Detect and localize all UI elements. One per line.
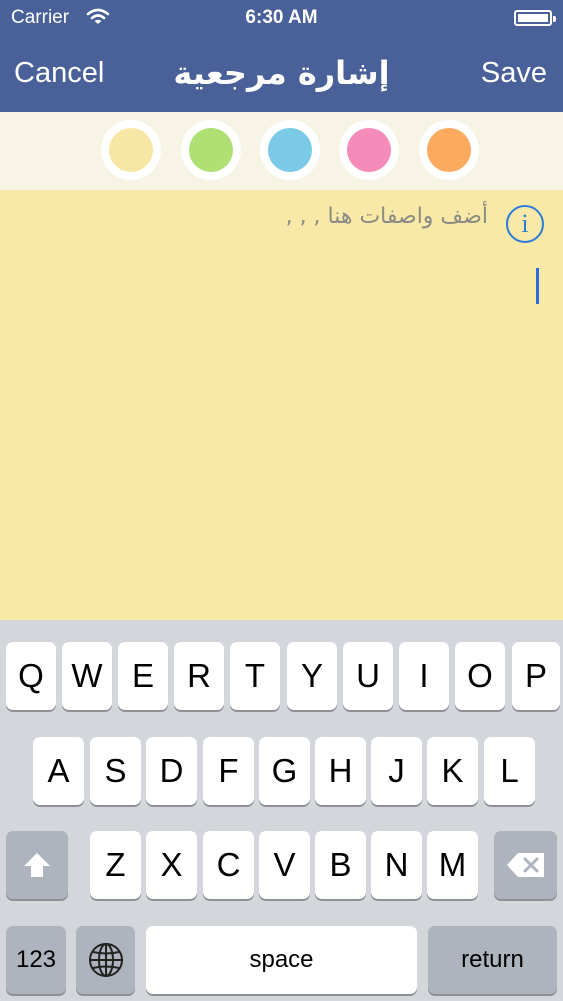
key-j[interactable]: J <box>371 737 422 805</box>
key-x[interactable]: X <box>146 831 197 899</box>
page-title: إشارة مرجعية <box>173 54 390 92</box>
shift-key[interactable] <box>6 831 68 899</box>
key-h[interactable]: H <box>315 737 366 805</box>
key-a[interactable]: A <box>33 737 84 805</box>
key-p[interactable]: P <box>512 642 560 710</box>
globe-key[interactable] <box>76 926 135 994</box>
return-key[interactable]: return <box>428 926 557 994</box>
key-d[interactable]: D <box>146 737 197 805</box>
color-picker <box>0 112 563 190</box>
color-swatch-yellow[interactable] <box>101 120 161 180</box>
keyboard: Q W E R T Y U I O P A S D F G H J K L Z … <box>0 620 563 1000</box>
key-s[interactable]: S <box>90 737 141 805</box>
status-time: 6:30 AM <box>245 7 318 28</box>
key-l[interactable]: L <box>484 737 535 805</box>
key-g[interactable]: G <box>259 737 310 805</box>
status-bar: Carrier 6:30 AM <box>0 0 563 38</box>
key-k[interactable]: K <box>427 737 478 805</box>
note-placeholder: أضف واصفات هنا , , , <box>285 204 488 229</box>
key-t[interactable]: T <box>230 642 280 710</box>
key-i[interactable]: I <box>399 642 449 710</box>
color-swatch-blue[interactable] <box>260 120 320 180</box>
color-swatch-green[interactable] <box>181 120 241 180</box>
key-w[interactable]: W <box>62 642 112 710</box>
text-cursor <box>536 268 539 304</box>
key-o[interactable]: O <box>455 642 505 710</box>
shift-icon <box>24 853 50 877</box>
key-e[interactable]: E <box>118 642 168 710</box>
color-swatch-pink[interactable] <box>339 120 399 180</box>
key-z[interactable]: Z <box>90 831 141 899</box>
key-q[interactable]: Q <box>6 642 56 710</box>
key-r[interactable]: R <box>174 642 224 710</box>
space-key[interactable]: space <box>146 926 417 994</box>
key-m[interactable]: M <box>427 831 478 899</box>
battery-icon <box>514 10 556 26</box>
key-y[interactable]: Y <box>287 642 337 710</box>
globe-icon <box>88 943 123 977</box>
key-n[interactable]: N <box>371 831 422 899</box>
info-icon[interactable]: i <box>506 205 544 243</box>
numbers-key[interactable]: 123 <box>6 926 66 994</box>
key-b[interactable]: B <box>315 831 366 899</box>
note-text-area[interactable]: أضف واصفات هنا , , , i <box>0 190 563 620</box>
key-f[interactable]: F <box>203 737 254 805</box>
key-c[interactable]: C <box>203 831 254 899</box>
delete-icon <box>506 853 544 877</box>
navigation-bar: Cancel إشارة مرجعية Save <box>0 38 563 112</box>
save-button[interactable]: Save <box>481 57 547 90</box>
key-v[interactable]: V <box>259 831 310 899</box>
color-swatch-orange[interactable] <box>419 120 479 180</box>
key-u[interactable]: U <box>343 642 393 710</box>
delete-key[interactable] <box>494 831 557 899</box>
